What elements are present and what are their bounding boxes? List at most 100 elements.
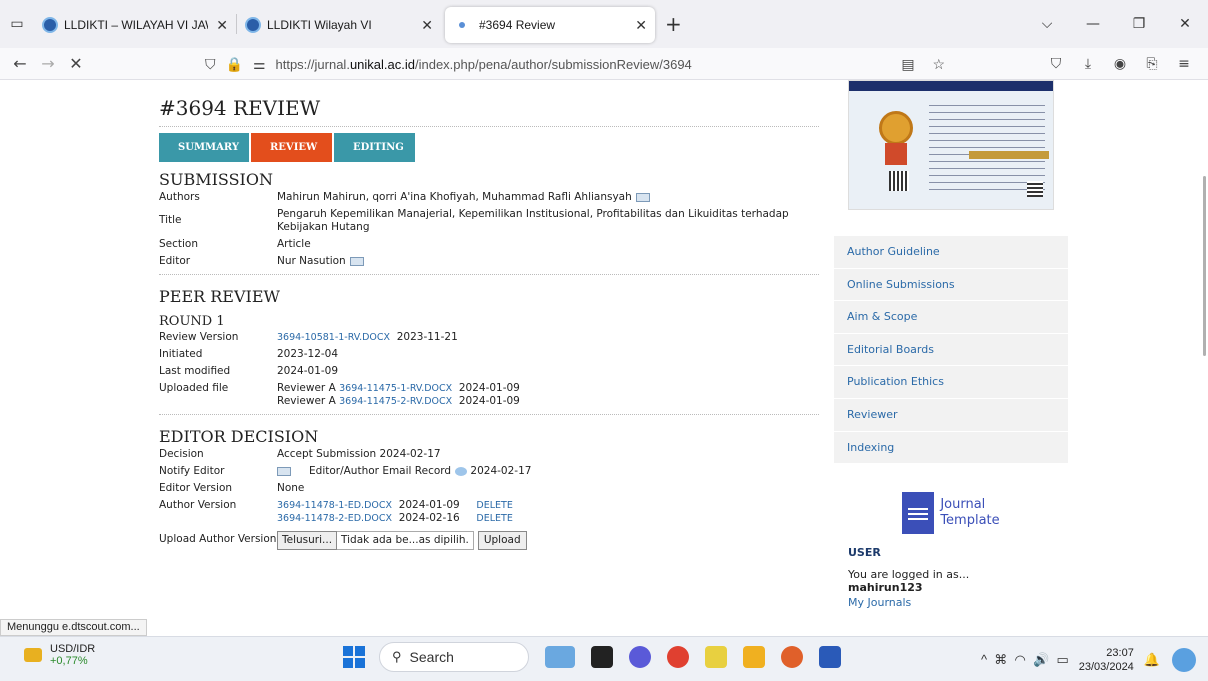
lldikti-favicon: [245, 17, 261, 33]
editor-decision-table: Decision Accept Submission 2024-02-17 No…: [159, 446, 819, 552]
section-value: Article: [277, 238, 311, 250]
task-view-icon[interactable]: [591, 646, 613, 668]
sidebar-item-editorial-boards[interactable]: Editorial Boards: [834, 333, 1068, 367]
notify-email-icon[interactable]: [277, 466, 291, 476]
close-window-icon[interactable]: ✕: [1162, 16, 1208, 32]
qr-code-icon: [1027, 181, 1043, 197]
main-content: #3694 REVIEW SUMMARY REVIEW EDITING SUBM…: [149, 80, 829, 636]
review-version-link[interactable]: 3694-10581-1-RV.DOCX: [277, 332, 390, 343]
table-row: Section Article: [159, 236, 819, 253]
clock[interactable]: 23:07 23/03/2024: [1079, 646, 1134, 674]
reviewer-file-link[interactable]: 3694-11475-1-RV.DOCX: [339, 383, 452, 394]
title-value: Pengaruh Kepemilikan Manajerial, Kepemil…: [277, 208, 789, 233]
url-bar[interactable]: ⛉ 🔒 ⚌ https://jurnal. unikal.ac.id/index.…: [205, 50, 945, 78]
account-icon[interactable]: ◉: [1104, 56, 1136, 72]
file-explorer-icon[interactable]: [743, 646, 765, 668]
close-tab-icon[interactable]: ✕: [216, 17, 228, 34]
email-icon[interactable]: [349, 256, 364, 266]
sidebar-item-reviewer[interactable]: Reviewer: [834, 398, 1068, 432]
journal-template-link[interactable]: Journal Template: [834, 492, 1068, 535]
web-page: #3694 REVIEW SUMMARY REVIEW EDITING SUBM…: [0, 80, 1208, 636]
list-all-tabs-icon[interactable]: ⌵: [1024, 16, 1070, 32]
permissions-icon[interactable]: ⚌: [253, 56, 266, 73]
widgets-icon[interactable]: [545, 646, 575, 668]
round-heading: ROUND 1: [159, 314, 225, 329]
decision-value: Accept Submission 2024-02-17: [277, 448, 441, 460]
url-path: /index.php/pena/author/submissionReview/…: [414, 56, 692, 72]
editor-decision-heading: EDITOR DECISION: [159, 427, 319, 446]
ticker-widget[interactable]: USD/IDR +0,77%: [24, 643, 95, 667]
sidebar-item-author-guideline[interactable]: Author Guideline: [834, 236, 1068, 269]
email-record-bubble-icon[interactable]: [455, 466, 468, 476]
submission-table: Authors Mahirun Mahirun, qorri A'ina Kho…: [159, 189, 819, 270]
stop-loading-icon[interactable]: ✕: [62, 54, 90, 73]
review-tab[interactable]: REVIEW: [251, 133, 332, 162]
back-icon[interactable]: ←: [6, 54, 34, 73]
copilot-icon[interactable]: [1172, 647, 1196, 672]
author-version-link[interactable]: 3694-11478-1-ED.DOCX: [277, 500, 392, 511]
sidebar-item-online-submissions[interactable]: Online Submissions: [834, 268, 1068, 302]
chrome-icon[interactable]: [667, 646, 689, 668]
username: mahirun123: [848, 581, 923, 595]
table-row: Review Version 3694-10581-1-RV.DOCX 2023…: [159, 331, 458, 343]
reader-view-icon[interactable]: ▤: [901, 56, 914, 72]
table-row: Uploaded file Reviewer A 3694-11475-1-RV…: [159, 380, 819, 410]
peer-review-table: Review Version 3694-10581-1-RV.DOCX 2023…: [159, 329, 819, 410]
windows-taskbar: USD/IDR +0,77% ⚲ Search ^ ⌘ ◠ 🔊 ▭ 23:07 2…: [0, 636, 1208, 681]
notepad-icon[interactable]: [705, 646, 727, 668]
taskbar-search[interactable]: ⚲ Search: [379, 642, 529, 672]
sidebar: Author Guideline Online Submissions Aim …: [834, 80, 1068, 636]
lock-icon[interactable]: 🔒: [226, 56, 243, 73]
page-scrollbar[interactable]: [1203, 176, 1206, 356]
restore-icon[interactable]: ❐: [1116, 16, 1162, 32]
close-tab-icon[interactable]: ✕: [635, 17, 647, 34]
meet-icon[interactable]: [629, 646, 651, 668]
lldikti-favicon: [42, 17, 58, 33]
document-icon: [902, 492, 935, 535]
table-row: Notify Editor Editor/Author Email Record…: [159, 465, 532, 477]
menu-icon[interactable]: ≡: [1168, 56, 1200, 72]
sidebar-item-publication-ethics[interactable]: Publication Ethics: [834, 366, 1068, 399]
downloads-icon[interactable]: ⤓: [1072, 56, 1104, 72]
tab-lldikti-wilayah[interactable]: LLDIKTI Wilayah VI ✕: [237, 7, 441, 43]
currency-icon: [24, 648, 42, 662]
page-title: #3694 REVIEW: [159, 96, 819, 127]
browse-button[interactable]: Telusuri...: [277, 531, 338, 550]
delete-link[interactable]: DELETE: [476, 500, 512, 511]
author-version-item: 3694-11478-2-ED.DOCX 2024-02-16 DELETE: [277, 512, 513, 524]
author-version-link[interactable]: 3694-11478-2-ED.DOCX: [277, 513, 392, 524]
tab-title: #3694 Review: [479, 18, 556, 32]
system-tray-icons[interactable]: ^ ⌘ ◠ 🔊 ▭: [981, 652, 1069, 668]
upload-button[interactable]: Upload: [477, 531, 527, 550]
reviewer-file-link[interactable]: 3694-11475-2-RV.DOCX: [339, 396, 452, 407]
search-icon: ⚲: [392, 649, 402, 664]
tab-title: LLDIKTI – WILAYAH VI JAWA TE: [64, 18, 208, 32]
close-tab-icon[interactable]: ✕: [421, 17, 433, 34]
notification-bell-icon[interactable]: 🔔: [1144, 652, 1160, 668]
word-icon[interactable]: [819, 646, 841, 668]
qr-code-icon: [889, 171, 909, 191]
submission-menu: SUMMARY REVIEW EDITING: [159, 133, 819, 162]
forward-icon[interactable]: →: [34, 54, 62, 73]
my-journals-link[interactable]: My Journals: [848, 596, 1068, 609]
minimize-icon[interactable]: —: [1070, 16, 1116, 32]
start-icon[interactable]: [343, 646, 365, 668]
tab-lldikti-jawa[interactable]: LLDIKTI – WILAYAH VI JAWA TE ✕: [34, 7, 236, 43]
shield-icon[interactable]: ⛉: [205, 56, 216, 73]
sidebar-item-aim-scope[interactable]: Aim & Scope: [834, 301, 1068, 334]
tab-review[interactable]: #3694 Review ✕: [445, 7, 655, 43]
tab-list-icon[interactable]: ▭: [0, 0, 34, 48]
bookmark-star-icon[interactable]: ☆: [932, 56, 945, 72]
firefox-icon[interactable]: [781, 646, 803, 668]
editing-tab[interactable]: EDITING: [334, 133, 415, 162]
pocket-icon[interactable]: ⛉: [1040, 56, 1072, 72]
certificate-image: [848, 80, 1054, 210]
sidebar-item-indexing[interactable]: Indexing: [834, 431, 1068, 465]
table-row: Authors Mahirun Mahirun, qorri A'ina Kho…: [159, 189, 819, 206]
new-tab-icon[interactable]: +: [655, 12, 692, 36]
extensions-icon[interactable]: ⎘: [1136, 56, 1168, 72]
delete-link[interactable]: DELETE: [476, 513, 512, 524]
file-name-field: Tidak ada be...as dipilih.: [337, 531, 474, 550]
summary-tab[interactable]: SUMMARY: [159, 133, 249, 162]
email-icon[interactable]: [635, 192, 650, 202]
